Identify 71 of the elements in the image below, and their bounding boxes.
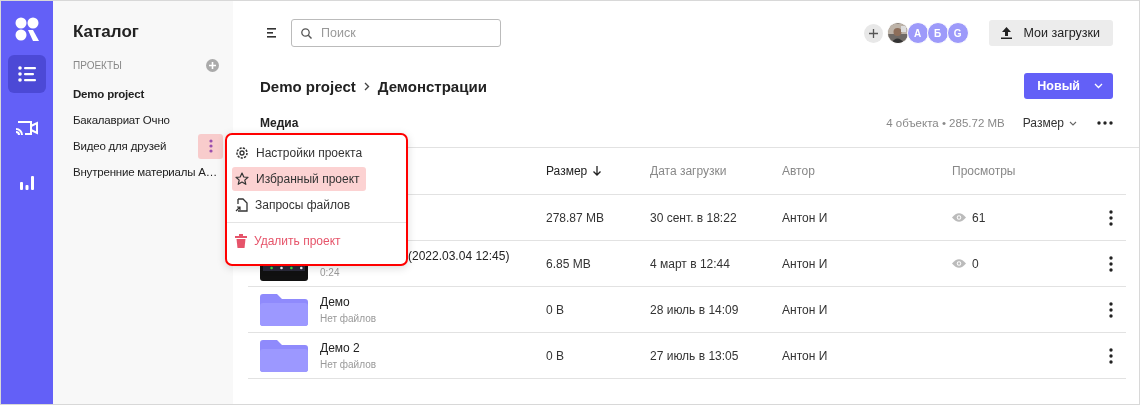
more-icon[interactable] [1109, 347, 1113, 364]
add-icon [868, 28, 878, 38]
date-cell-text: 28 июль в 14:09 [650, 302, 740, 317]
items-summary: 4 объекта • 285.72 MB [886, 117, 1005, 129]
uploads-button[interactable]: Мои загрузки [988, 20, 1113, 46]
more-icon[interactable] [1097, 121, 1113, 125]
project-item[interactable]: Demo project [73, 88, 145, 100]
video-camera-icon [15, 120, 39, 136]
column-header[interactable]: Просмотры [952, 164, 1096, 178]
folder-icon [260, 339, 308, 372]
avatar[interactable] [886, 22, 909, 44]
file-icon [235, 198, 248, 212]
add-member-button[interactable] [863, 23, 883, 43]
eye-icon [952, 259, 966, 268]
project-item[interactable]: Видео для друзей [73, 140, 167, 152]
gear-icon [235, 146, 249, 160]
search-field[interactable]: Поиск [291, 19, 501, 47]
section-label: ПРОЕКТЫ [73, 60, 122, 71]
author-cell-text: Антон И [782, 348, 829, 363]
breadcrumb-item[interactable]: Demo project [260, 77, 356, 95]
size-cell-text: 6.85 MB [546, 256, 592, 271]
menu-item[interactable]: Удалить проект [232, 229, 347, 253]
menu-item[interactable]: Избранный проект [232, 167, 366, 191]
date-cell-text: 4 март в 12:44 [650, 256, 731, 271]
menu-item[interactable]: Запросы файлов [232, 193, 357, 217]
sidebar-title: Каталог [73, 22, 139, 42]
date-cell-text: 27 июль в 13:05 [650, 348, 740, 363]
views-count: 61 [972, 210, 986, 225]
list-icon [18, 66, 36, 82]
folder-icon [260, 293, 308, 326]
more-icon [208, 139, 213, 153]
star-icon [235, 172, 249, 186]
more-icon[interactable] [1109, 301, 1113, 318]
eye-icon [952, 213, 966, 222]
author-cell-text: Антон И [782, 302, 829, 317]
views-count: 0 [972, 256, 979, 271]
menu-icon[interactable] [267, 28, 277, 38]
sort-dropdown[interactable]: Размер [1022, 116, 1077, 130]
more-icon[interactable] [1109, 255, 1113, 272]
menu-item[interactable]: Настройки проекта [232, 141, 369, 165]
search-icon [301, 28, 312, 39]
bar-chart-icon [19, 174, 35, 190]
project-item[interactable]: Бакалавриат Очно [73, 114, 170, 126]
new-button[interactable]: Новый [1024, 73, 1113, 99]
project-item[interactable]: Внутренние материалы А… [73, 166, 218, 178]
logo-icon [15, 17, 39, 41]
breadcrumb-item: Демонстрации [377, 77, 487, 95]
author-cell-text: Антон И [782, 256, 829, 271]
file-name[interactable]: Демо [320, 295, 376, 309]
size-cell-text: 0 B [546, 348, 565, 363]
column-header[interactable]: Дата загрузки [650, 164, 782, 178]
upload-icon [1000, 27, 1012, 39]
size-cell-text: 278.87 MB [546, 210, 606, 225]
chevron-down-icon [1069, 120, 1077, 126]
file-name[interactable]: (2022.03.04 12:45) [408, 249, 510, 263]
more-icon[interactable] [1109, 209, 1113, 226]
file-name[interactable]: Демо 2 [320, 341, 376, 355]
file-subtitle: Нет файлов [320, 359, 376, 370]
trash-icon [235, 234, 247, 248]
chevron-down-icon [1094, 83, 1103, 89]
column-header[interactable]: Автор [782, 164, 952, 178]
size-cell-text: 0 B [546, 302, 565, 317]
file-subtitle: 0:24 [320, 267, 341, 278]
nav-item[interactable] [8, 55, 46, 93]
column-header[interactable]: Размер [546, 164, 650, 178]
sort-arrow-icon [593, 166, 602, 176]
author-cell-text: Антон И [782, 210, 829, 225]
date-cell-text: 30 сент. в 18:22 [650, 210, 738, 225]
file-subtitle: Нет файлов [320, 313, 376, 324]
chevron-right-icon [363, 81, 370, 91]
section-title: Медиа [260, 116, 300, 130]
